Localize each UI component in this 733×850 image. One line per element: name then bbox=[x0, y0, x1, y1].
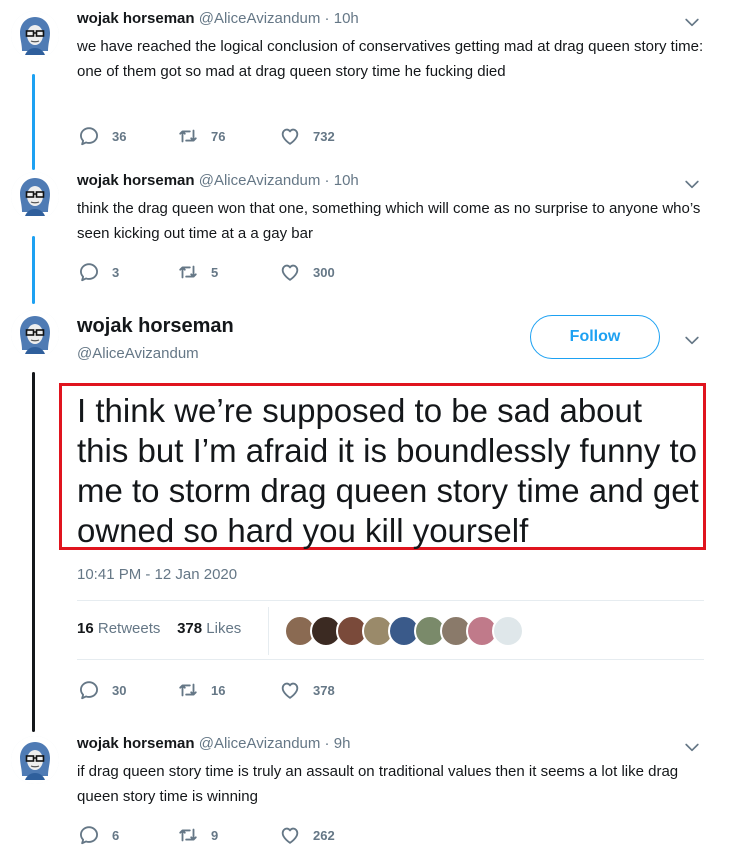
thread-line bbox=[32, 74, 35, 170]
retweet-button[interactable]: 16 bbox=[177, 679, 225, 701]
like-icon bbox=[279, 125, 301, 147]
tweet-text: I think we’re supposed to be sad about t… bbox=[77, 392, 699, 549]
reply-count: 30 bbox=[112, 682, 127, 698]
retweet-icon bbox=[177, 679, 199, 701]
like-total: 378 bbox=[177, 620, 203, 637]
tweet-header: wojak horseman @AliceAvizandum · 10h bbox=[77, 172, 359, 189]
follow-button[interactable]: Follow bbox=[530, 315, 660, 359]
retweet-count: 16 bbox=[211, 682, 226, 698]
retweet-icon bbox=[177, 125, 199, 147]
retweets-stat[interactable]: 16 Retweets bbox=[77, 620, 160, 637]
retweet-count: 9 bbox=[211, 827, 219, 843]
reply-icon bbox=[78, 679, 100, 701]
reply-button[interactable]: 36 bbox=[78, 125, 126, 147]
retweet-button[interactable]: 76 bbox=[177, 125, 225, 147]
display-name[interactable]: wojak horseman bbox=[77, 735, 195, 752]
reply-count: 36 bbox=[112, 128, 127, 144]
reply-icon bbox=[78, 261, 100, 283]
liker-avatars bbox=[284, 615, 524, 647]
like-icon bbox=[279, 679, 301, 701]
display-name[interactable]: wojak horseman bbox=[77, 315, 234, 338]
tweet-header: wojak horseman @AliceAvizandum · 10h bbox=[77, 10, 359, 27]
thread-line bbox=[32, 236, 35, 304]
chevron-down-icon[interactable] bbox=[682, 737, 702, 757]
like-icon bbox=[279, 824, 301, 846]
tweet-time[interactable]: · 10h bbox=[320, 172, 359, 189]
avatar[interactable] bbox=[11, 736, 59, 784]
display-name[interactable]: wojak horseman bbox=[77, 172, 195, 189]
like-button[interactable]: 300 bbox=[279, 261, 335, 283]
tweet-header: wojak horseman @AliceAvizandum · 9h bbox=[77, 735, 350, 752]
reply-button[interactable]: 30 bbox=[78, 679, 126, 701]
retweet-button[interactable]: 5 bbox=[177, 261, 218, 283]
thread-line bbox=[32, 372, 35, 732]
chevron-down-icon[interactable] bbox=[682, 174, 702, 194]
retweet-icon bbox=[177, 261, 199, 283]
avatar[interactable] bbox=[11, 11, 59, 59]
handle[interactable]: @AliceAvizandum bbox=[77, 345, 199, 362]
tweet-text: if drag queen story time is truly an ass… bbox=[77, 763, 679, 805]
retweet-count: 76 bbox=[211, 128, 226, 144]
reply-button[interactable]: 6 bbox=[78, 824, 119, 846]
retweet-total: 16 bbox=[77, 620, 94, 637]
like-count: 732 bbox=[313, 128, 335, 144]
reply-count: 3 bbox=[112, 264, 120, 280]
like-count: 300 bbox=[313, 264, 335, 280]
reply-icon bbox=[78, 125, 100, 147]
retweet-count: 5 bbox=[211, 264, 219, 280]
like-button[interactable]: 262 bbox=[279, 824, 335, 846]
retweet-button[interactable]: 9 bbox=[177, 824, 218, 846]
tweet-text: think the drag queen won that one, somet… bbox=[77, 200, 701, 242]
tweet-time[interactable]: · 9h bbox=[320, 735, 351, 752]
reply-button[interactable]: 3 bbox=[78, 261, 119, 283]
like-button[interactable]: 732 bbox=[279, 125, 335, 147]
handle[interactable]: @AliceAvizandum bbox=[199, 735, 321, 752]
tweet-time[interactable]: · 10h bbox=[320, 10, 359, 27]
like-count: 262 bbox=[313, 827, 335, 843]
likes-stat[interactable]: 378 Likes bbox=[177, 620, 241, 637]
tweet-timestamp[interactable]: 10:41 PM - 12 Jan 2020 bbox=[77, 566, 237, 583]
divider bbox=[77, 659, 704, 660]
chevron-down-icon[interactable] bbox=[682, 12, 702, 32]
divider bbox=[268, 607, 269, 655]
display-name[interactable]: wojak horseman bbox=[77, 10, 195, 27]
like-button[interactable]: 378 bbox=[279, 679, 335, 701]
like-icon bbox=[279, 261, 301, 283]
handle[interactable]: @AliceAvizandum bbox=[199, 172, 321, 189]
divider bbox=[77, 600, 704, 601]
reply-icon bbox=[78, 824, 100, 846]
retweet-icon bbox=[177, 824, 199, 846]
handle[interactable]: @AliceAvizandum bbox=[199, 10, 321, 27]
tweet-text: we have reached the logical conclusion o… bbox=[77, 38, 704, 80]
avatar[interactable] bbox=[11, 310, 59, 358]
reply-count: 6 bbox=[112, 827, 120, 843]
chevron-down-icon[interactable] bbox=[682, 330, 702, 350]
avatar[interactable] bbox=[11, 172, 59, 220]
likes-label: Likes bbox=[206, 620, 242, 637]
like-count: 378 bbox=[313, 682, 335, 698]
retweets-label: Retweets bbox=[97, 620, 161, 637]
engagement-stats: 16 Retweets 378 Likes bbox=[77, 620, 241, 637]
liker-avatar[interactable] bbox=[492, 615, 524, 647]
